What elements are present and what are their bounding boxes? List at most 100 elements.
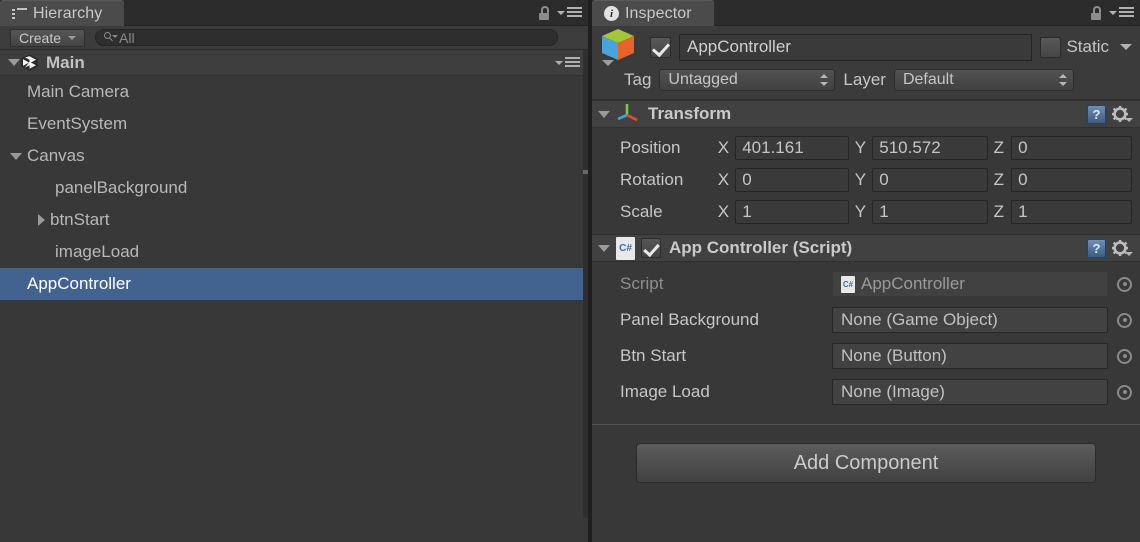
transform-row-label: Position — [620, 138, 681, 157]
hierarchy-toolbar: Create All — [0, 26, 588, 50]
inspector-tabbar: i Inspector — [592, 0, 1140, 26]
hierarchy-item-appcontroller[interactable]: AppController — [0, 268, 588, 300]
rotation-y-field[interactable]: 0 — [872, 168, 988, 192]
script-component-body: Script C# AppController Panel Background Non… — [592, 262, 1140, 416]
axis-label-x: X — [717, 170, 730, 189]
hamburger-menu-icon[interactable] — [557, 7, 582, 19]
gameobject-name-field[interactable]: AppController — [679, 33, 1033, 61]
transform-row-rotation: Rotation X 0 Y 0 Z 0 — [600, 164, 1133, 196]
object-picker-icon[interactable] — [1117, 276, 1132, 292]
foldout-spacer — [10, 86, 22, 98]
object-picker-icon[interactable] — [1117, 312, 1132, 328]
gear-icon[interactable] — [1112, 106, 1133, 122]
lock-icon[interactable] — [1091, 6, 1102, 20]
tag-value: Untagged — [668, 71, 738, 88]
hierarchy-item-canvas[interactable]: Canvas — [0, 140, 588, 172]
static-label: Static — [1066, 37, 1109, 56]
property-row-panel-background: Panel Background None (Game Object) — [600, 302, 1132, 338]
scene-row-main[interactable]: Main — [0, 50, 588, 76]
create-button[interactable]: Create — [10, 28, 86, 47]
scale-x-field[interactable]: 1 — [735, 200, 849, 224]
scene-name-label: Main — [46, 52, 85, 72]
tab-inspector[interactable]: i Inspector — [592, 0, 714, 26]
search-input[interactable]: All — [95, 29, 558, 46]
rotation-z-field[interactable]: 0 — [1011, 168, 1133, 192]
hierarchy-tree: Main Main Camera EventSystem Canvas panelBa… — [0, 50, 588, 518]
layer-label: Layer — [843, 70, 886, 89]
foldout-spacer — [10, 278, 22, 290]
axis-label-x: X — [717, 138, 730, 157]
btn-start-object-field[interactable]: None (Button) — [832, 343, 1108, 369]
chevron-down-icon[interactable] — [8, 59, 20, 66]
search-input-placeholder: All — [119, 29, 135, 46]
property-label: Panel Background — [620, 310, 759, 329]
gameobject-cube-icon[interactable] — [598, 27, 642, 67]
hierarchy-item-panelbackground[interactable]: panelBackground — [0, 172, 588, 204]
hierarchy-scrollbar[interactable] — [583, 50, 588, 518]
transform-component-header[interactable]: Transform ? — [592, 100, 1140, 128]
position-y-field[interactable]: 510.572 — [872, 136, 988, 160]
chevron-down-icon[interactable] — [598, 110, 610, 118]
help-icon[interactable]: ? — [1087, 104, 1106, 124]
script-component-header[interactable]: C# App Controller (Script) ? — [592, 234, 1140, 262]
position-z-field[interactable]: 0 — [1011, 136, 1133, 160]
unity-editor-window: Hierarchy Create All Main Main Camera Ev… — [0, 0, 1140, 542]
script-component-title: App Controller (Script) — [669, 238, 853, 257]
gear-icon[interactable] — [1112, 240, 1133, 256]
transform-row-label: Rotation — [620, 170, 684, 189]
updown-arrows-icon — [1058, 73, 1068, 87]
chevron-right-icon[interactable] — [38, 214, 45, 226]
scene-hamburger-menu-icon[interactable] — [555, 57, 580, 69]
property-value: None (Game Object) — [841, 310, 998, 329]
gameobject-enabled-checkbox[interactable] — [650, 36, 671, 58]
property-row-script: Script C# AppController — [600, 266, 1132, 302]
hierarchy-item-btnstart[interactable]: btnStart — [0, 204, 588, 236]
hierarchy-list-icon — [12, 7, 27, 20]
layer-dropdown[interactable]: Default — [893, 69, 1074, 91]
layer-value: Default — [902, 71, 954, 88]
script-enabled-checkbox[interactable] — [641, 238, 661, 258]
object-picker-icon[interactable] — [1117, 384, 1132, 400]
axis-label-y: Y — [854, 170, 867, 189]
tab-inspector-label: Inspector — [625, 4, 692, 22]
hierarchy-tab-controls — [539, 0, 582, 26]
tag-dropdown[interactable]: Untagged — [659, 69, 836, 91]
chevron-down-icon[interactable] — [10, 152, 22, 160]
static-checkbox[interactable] — [1040, 36, 1062, 58]
panel-background-object-field[interactable]: None (Game Object) — [832, 307, 1108, 333]
unity-scene-icon — [20, 53, 39, 72]
property-label: Btn Start — [620, 346, 687, 365]
tab-hierarchy[interactable]: Hierarchy — [0, 0, 125, 26]
search-icon — [104, 32, 119, 43]
updown-arrows-icon — [820, 73, 829, 87]
property-row-image-load: Image Load None (Image) — [600, 374, 1132, 410]
transform-component-body: Position X 401.161 Y 510.572 Z 0 Rotation X 0 Y 0 Z 0… — [592, 128, 1140, 234]
hierarchy-panel: Hierarchy Create All Main Main Camera Ev… — [0, 0, 588, 542]
create-button-label: Create — [19, 29, 62, 46]
position-x-field[interactable]: 401.161 — [735, 136, 849, 160]
object-picker-icon[interactable] — [1117, 348, 1132, 364]
scale-y-field[interactable]: 1 — [872, 200, 988, 224]
scale-z-field[interactable]: 1 — [1011, 200, 1133, 224]
rotation-x-field[interactable]: 0 — [735, 168, 849, 192]
axis-label-y: Y — [854, 138, 867, 157]
add-component-button[interactable]: Add Component — [636, 443, 1096, 483]
property-value: AppController — [861, 274, 965, 293]
foldout-spacer — [38, 182, 50, 194]
image-load-object-field[interactable]: None (Image) — [832, 379, 1108, 405]
axis-label-x: X — [717, 202, 730, 221]
hierarchy-item-main-camera[interactable]: Main Camera — [0, 76, 588, 108]
axis-label-z: Z — [993, 202, 1005, 221]
hierarchy-item-eventsystem[interactable]: EventSystem — [0, 108, 588, 140]
lock-icon[interactable] — [539, 6, 550, 20]
foldout-spacer — [10, 118, 22, 130]
chevron-down-icon[interactable] — [598, 244, 610, 252]
hierarchy-item-imageload[interactable]: imageLoad — [0, 236, 588, 268]
help-icon[interactable]: ? — [1087, 238, 1106, 258]
axis-label-z: Z — [993, 170, 1005, 189]
property-row-btn-start: Btn Start None (Button) — [600, 338, 1132, 374]
hamburger-menu-icon[interactable] — [1109, 7, 1134, 19]
transform-axes-icon — [616, 102, 640, 127]
script-object-field[interactable]: C# AppController — [832, 271, 1108, 297]
static-dropdown-chevron-down-icon[interactable] — [1120, 44, 1132, 50]
